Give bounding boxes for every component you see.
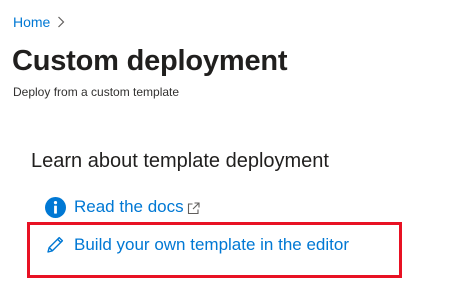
breadcrumb: Home — [13, 12, 65, 32]
build-template-label: Build your own template in the editor — [74, 235, 349, 254]
info-icon — [45, 196, 66, 218]
section-heading: Learn about template deployment — [31, 150, 329, 172]
page-title: Custom deployment — [12, 45, 288, 77]
build-template-in-editor-link[interactable]: Build your own template in the editor — [45, 234, 349, 256]
chevron-right-icon — [57, 16, 65, 28]
page: Home Custom deployment Deploy from a cus… — [0, 0, 467, 299]
breadcrumb-home-link[interactable]: Home — [13, 12, 50, 32]
external-link-icon — [187, 202, 200, 215]
page-subtitle: Deploy from a custom template — [13, 85, 180, 99]
pencil-icon — [45, 235, 65, 255]
read-the-docs-label: Read the docs — [74, 197, 184, 216]
read-the-docs-link[interactable]: Read the docs — [45, 196, 200, 218]
